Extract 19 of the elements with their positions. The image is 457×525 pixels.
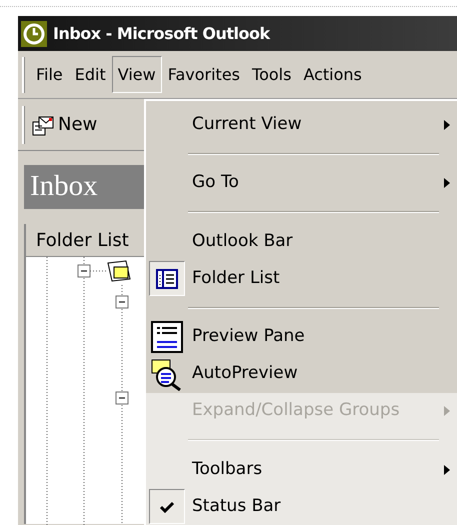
submenu-arrow-icon	[443, 464, 451, 476]
window-title: Inbox - Microsoft Outlook	[53, 22, 270, 44]
menu-bar-item[interactable]: View	[112, 56, 162, 93]
magnifier-envelope-icon	[150, 357, 184, 391]
menu-bar-item[interactable]: File	[30, 56, 69, 93]
submenu-arrow-icon	[443, 405, 451, 417]
check-icon	[160, 500, 174, 512]
menu-bar-item[interactable]: Edit	[68, 56, 112, 93]
menu-bar-item[interactable]: Favorites	[162, 56, 246, 93]
preview-pane-icon	[150, 320, 184, 354]
menu-item[interactable]: Toolbars	[146, 451, 457, 488]
menu-bar-item[interactable]: Actions	[297, 56, 368, 93]
submenu-arrow-icon	[443, 118, 451, 130]
menu-item[interactable]: Status Bar	[146, 488, 457, 525]
menu-bar-item[interactable]: Tools	[246, 56, 298, 93]
new-button[interactable]: New	[31, 111, 98, 138]
clock-icon	[21, 20, 47, 46]
folder-banner: Inbox	[24, 165, 145, 209]
submenu-arrow-icon	[443, 177, 451, 189]
